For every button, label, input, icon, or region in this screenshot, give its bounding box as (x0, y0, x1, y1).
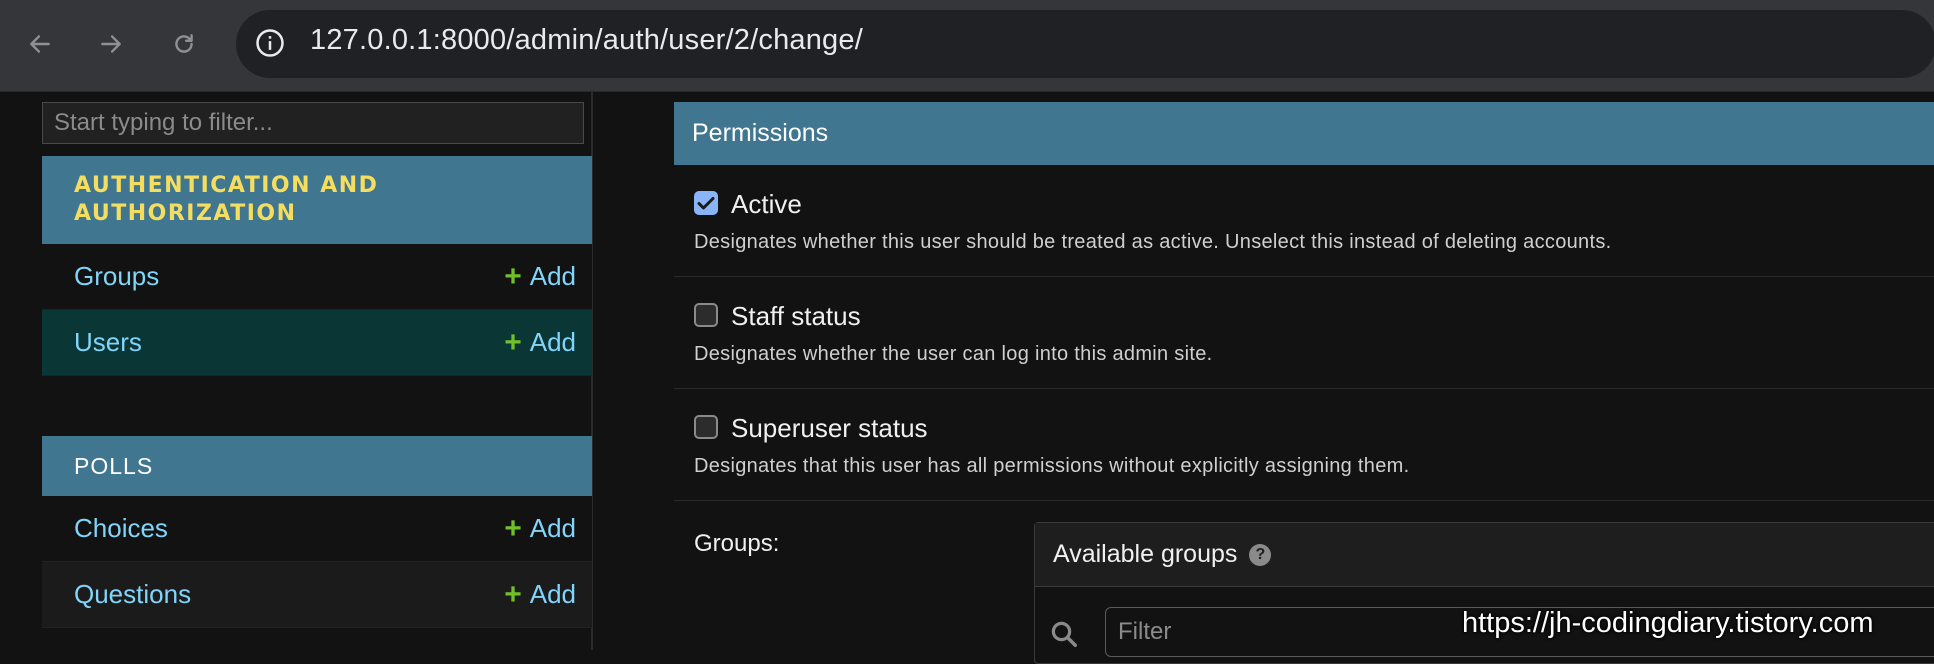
staff-status-help-text: Designates whether the user can log into… (694, 343, 1213, 365)
app-header-label: POLLS (74, 452, 154, 479)
model-link-questions[interactable]: Questions (74, 579, 191, 610)
nav-filter-input[interactable] (42, 102, 584, 144)
staff-status-label[interactable]: Staff status (731, 301, 861, 332)
sidebar-item-users: Users + Add (42, 310, 592, 376)
forward-button[interactable] (89, 22, 133, 66)
selector-title: Available groups ? (1035, 523, 1934, 587)
sidebar-item-questions: Questions + Add (42, 562, 592, 628)
add-label: Add (529, 513, 576, 543)
permissions-fieldset-header: Permissions (674, 102, 1934, 165)
fieldset-title: Permissions (692, 119, 829, 147)
add-groups-link[interactable]: + Add (504, 261, 576, 292)
active-help-text: Designates whether this user should be t… (694, 231, 1612, 253)
checkmark-icon (697, 197, 715, 210)
active-checkbox[interactable] (694, 191, 718, 215)
groups-label: Groups: (694, 530, 780, 557)
add-label: Add (529, 261, 576, 291)
forward-arrow-icon (101, 35, 121, 53)
model-link-groups[interactable]: Groups (74, 261, 159, 292)
add-users-link[interactable]: + Add (504, 327, 576, 358)
superuser-status-help-text: Designates that this user has all permis… (694, 455, 1410, 477)
back-button[interactable] (18, 22, 62, 66)
reload-button[interactable] (162, 22, 206, 66)
back-arrow-icon (30, 35, 50, 53)
add-label: Add (529, 327, 576, 357)
browser-toolbar: 127.0.0.1:8000/admin/auth/user/2/change/ (0, 0, 1934, 92)
model-link-users[interactable]: Users (74, 327, 142, 358)
app-header-polls[interactable]: POLLS (42, 436, 592, 496)
help-icon[interactable]: ? (1249, 543, 1272, 566)
plus-icon: + (504, 325, 522, 359)
form-row-staff: Staff status Designates whether the user… (674, 277, 1934, 389)
active-label[interactable]: Active (731, 189, 802, 220)
add-choices-link[interactable]: + Add (504, 513, 576, 544)
plus-icon: + (504, 259, 522, 293)
app-header-label: AUTHENTICATION AND AUTHORIZATION (74, 173, 379, 226)
form-row-superuser: Superuser status Designates that this us… (674, 389, 1934, 501)
add-label: Add (529, 579, 576, 609)
app-header-auth[interactable]: AUTHENTICATION AND AUTHORIZATION (42, 156, 592, 244)
watermark-text: https://jh-codingdiary.tistory.com (1462, 607, 1874, 639)
form-row-active: Active Designates whether this user shou… (674, 165, 1934, 277)
add-questions-link[interactable]: + Add (504, 579, 576, 610)
superuser-status-label[interactable]: Superuser status (731, 413, 928, 444)
plus-icon: + (504, 511, 522, 545)
model-link-choices[interactable]: Choices (74, 513, 168, 544)
search-icon (1051, 621, 1077, 647)
info-icon[interactable] (255, 28, 285, 58)
available-groups-selector: Available groups ? (1034, 522, 1934, 664)
sidebar-item-groups: Groups + Add (42, 244, 592, 310)
url-text[interactable]: 127.0.0.1:8000/admin/auth/user/2/change/ (310, 24, 863, 57)
superuser-status-checkbox[interactable] (694, 415, 718, 439)
available-groups-title: Available groups (1053, 540, 1238, 568)
plus-icon: + (504, 577, 522, 611)
staff-status-checkbox[interactable] (694, 303, 718, 327)
reload-icon (175, 34, 193, 53)
sidebar-item-choices: Choices + Add (42, 496, 592, 562)
